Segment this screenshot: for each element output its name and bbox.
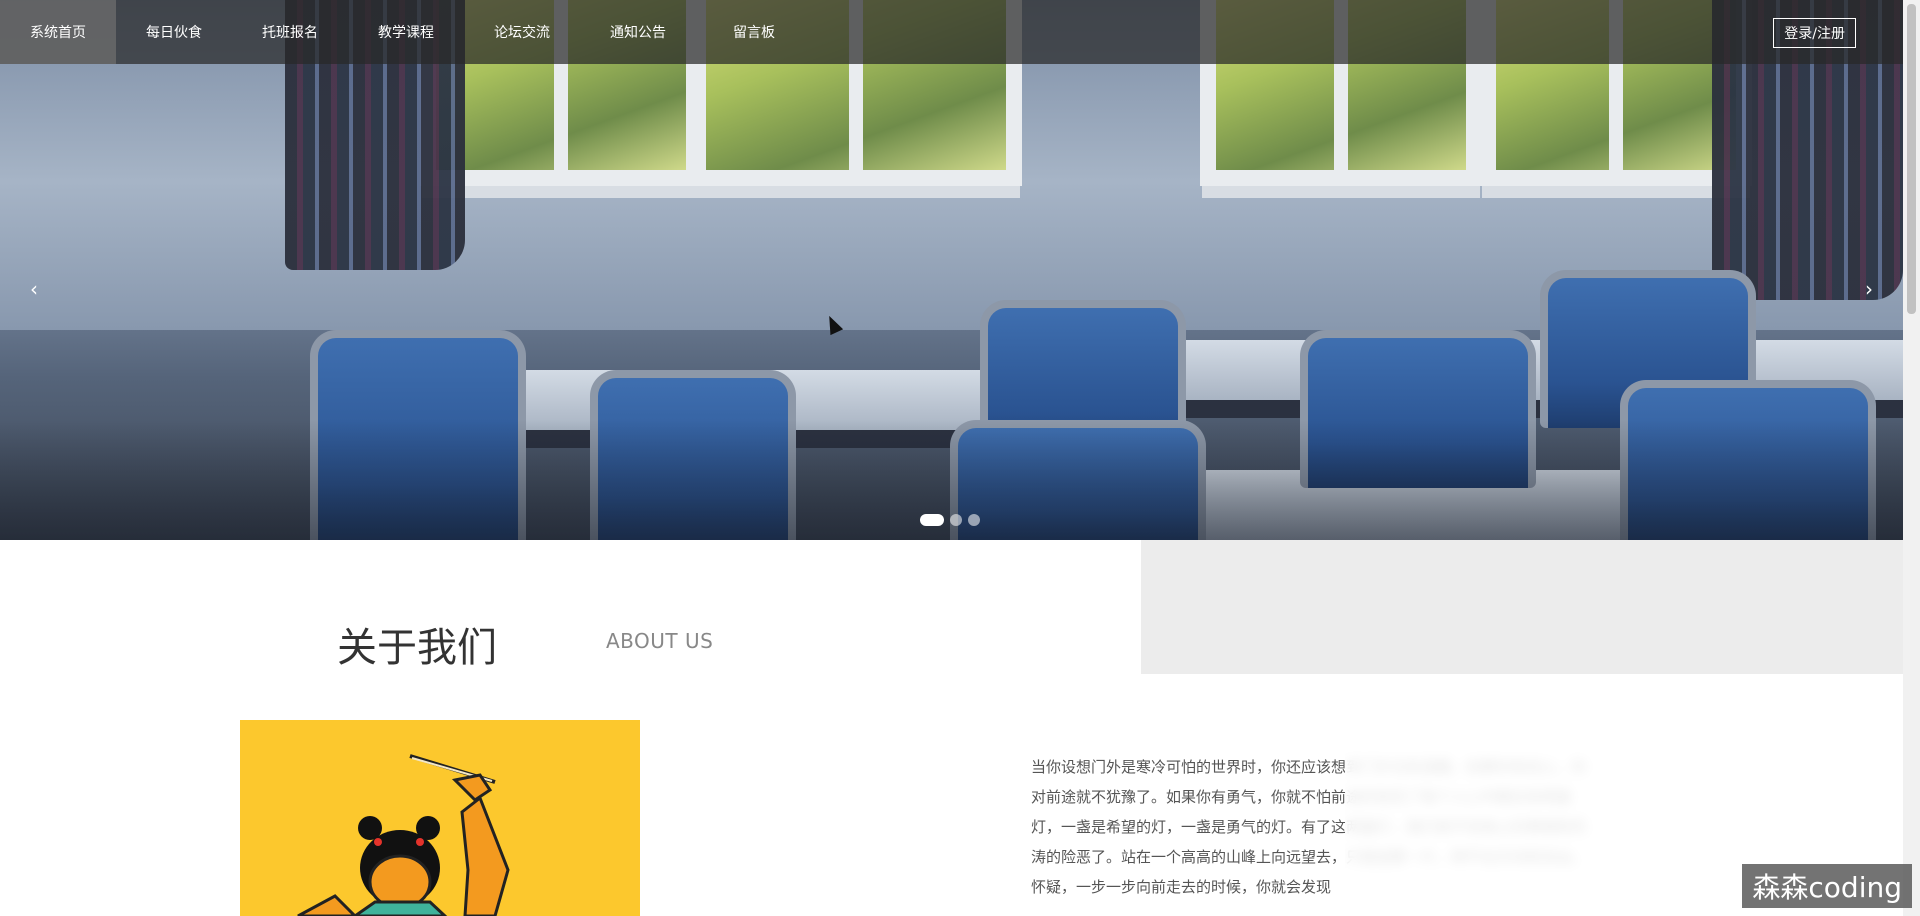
carousel-prev-button[interactable]: ‹ bbox=[22, 274, 46, 304]
about-illustration bbox=[240, 720, 640, 916]
carousel-dot-2[interactable] bbox=[950, 514, 962, 526]
login-register-button[interactable]: 登录/注册 bbox=[1773, 18, 1856, 48]
girl-drawing-illustration-icon bbox=[240, 720, 640, 916]
nav-item-forum[interactable]: 论坛交流 bbox=[464, 0, 580, 64]
scrollbar-thumb[interactable] bbox=[1907, 4, 1916, 314]
about-title: 关于我们 bbox=[337, 625, 497, 671]
nav-item-enrollment[interactable]: 托班报名 bbox=[232, 0, 348, 64]
nav-item-courses[interactable]: 教学课程 bbox=[348, 0, 464, 64]
about-decor-block bbox=[1141, 540, 1903, 674]
carousel-dot-3[interactable] bbox=[968, 514, 980, 526]
nav-item-home[interactable]: 系统首页 bbox=[0, 0, 116, 64]
nav-item-message-board[interactable]: 留言板 bbox=[696, 0, 812, 64]
page-scrollbar[interactable] bbox=[1903, 0, 1920, 916]
carousel-indicators bbox=[920, 514, 980, 526]
nav-item-daily-meals[interactable]: 每日伙食 bbox=[116, 0, 232, 64]
top-navigation: 系统首页 每日伙食 托班报名 教学课程 论坛交流 通知公告 留言板 登录/注册 bbox=[0, 0, 1903, 64]
carousel-dot-1[interactable] bbox=[920, 514, 944, 526]
watermark-label: 森森coding bbox=[1742, 864, 1912, 908]
nav-item-notices[interactable]: 通知公告 bbox=[580, 0, 696, 64]
about-subtitle: ABOUT US bbox=[606, 629, 714, 653]
hero-banner: ‹ › bbox=[0, 0, 1903, 540]
carousel-next-button[interactable]: › bbox=[1857, 274, 1881, 304]
